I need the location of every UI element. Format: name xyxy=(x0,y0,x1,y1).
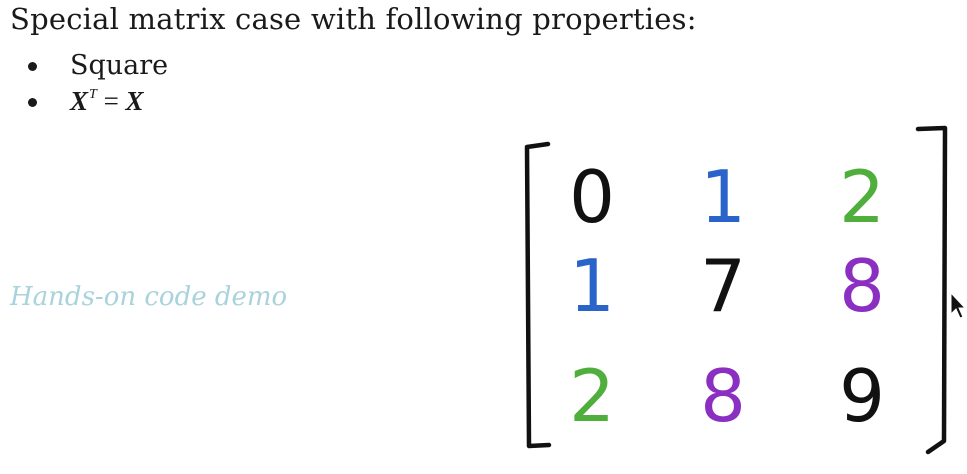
matrix-entry-r1-c3: 2 xyxy=(839,155,885,239)
right-bracket-icon xyxy=(915,125,948,455)
matrix-entry-r1-c1: 0 xyxy=(569,155,615,239)
matrix-entry-r2-c2: 7 xyxy=(700,244,746,328)
left-bracket-icon xyxy=(524,141,552,449)
matrix-entry-r2-c3: 8 xyxy=(839,244,885,328)
mouse-cursor-icon xyxy=(950,292,966,319)
symmetric-matrix: 0 1 21 7 82 8 9 xyxy=(524,125,948,455)
matrix-entry-r3-c3: 9 xyxy=(839,354,885,438)
matrix-entry-r2-c1: 1 xyxy=(569,244,615,328)
matrix-entry-r1-c2: 1 xyxy=(700,155,746,239)
matrix-entry-r3-c2: 8 xyxy=(700,354,746,438)
matrix-entry-r3-c1: 2 xyxy=(569,354,615,438)
